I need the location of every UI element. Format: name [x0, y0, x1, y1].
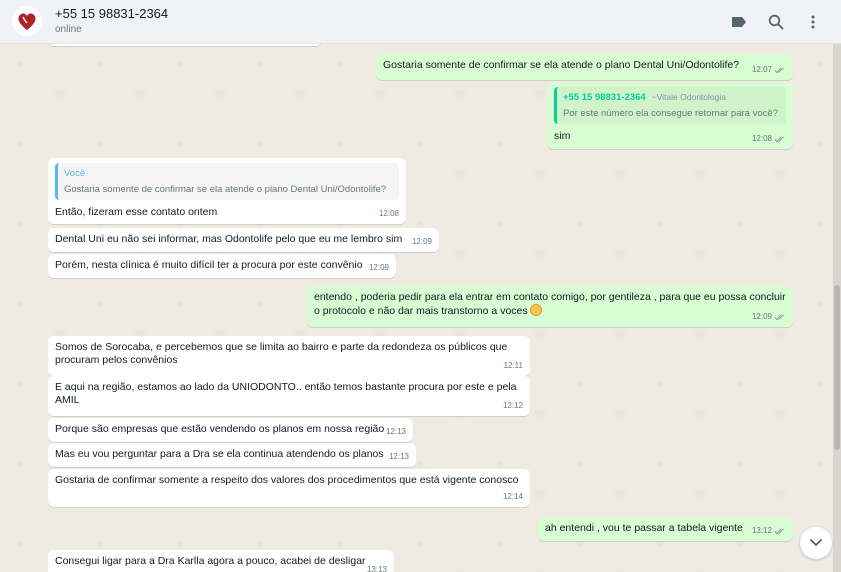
message-time: 12:09: [752, 310, 786, 323]
message-bubble-in[interactable]: E aqui na região, estamos ao lado da UNI…: [48, 376, 530, 416]
quote-author: +55 15 98831-2364 ~Vitale Odontologia: [563, 92, 726, 103]
message-time: 12:08: [752, 132, 786, 145]
read-ticks-icon: [774, 527, 784, 534]
message-bubble-out[interactable]: entendo , poderia pedir para ela entrar …: [307, 286, 793, 327]
message-bubble-in[interactable]: Gostaria de confirmar somente a respeito…: [48, 469, 530, 507]
message-text: Somos de Sorocaba, e percebemos que se l…: [55, 341, 508, 366]
chevron-down-icon: [810, 539, 822, 547]
quote-author: Você: [64, 168, 86, 179]
message-bubble-out[interactable]: +55 15 98831-2364 ~Vitale Odontologia Por…: [547, 82, 793, 149]
read-ticks-icon: [774, 66, 784, 73]
message-text: Mas eu vou perguntar para a Dra se ela c…: [55, 448, 384, 460]
contact-status: online: [55, 24, 82, 35]
message-bubble-in[interactable]: Consegui ligar para a Dra Karlla agora a…: [48, 550, 394, 572]
message-time: 12:13: [385, 427, 406, 436]
message-text: Gostaria somente de confirmar se ela ate…: [383, 59, 740, 71]
message-time: 13:12: [752, 524, 786, 537]
message-time: 12:14: [502, 492, 523, 501]
scroll-to-bottom-button[interactable]: [800, 527, 832, 559]
message-text: Então, fizeram esse contato ontem: [55, 206, 218, 218]
message-bubble-out[interactable]: Gostaria somente de confirmar se ela ate…: [376, 54, 793, 80]
message-time: 12:09: [411, 237, 432, 246]
message-bubble-in[interactable]: Somos de Sorocaba, e percebemos que se l…: [48, 336, 530, 376]
message-text: Consegui ligar para a Dra Karlla agora a…: [55, 555, 366, 567]
avatar[interactable]: [12, 6, 42, 36]
quote-text: Por este número ela consegue retornar pa…: [563, 108, 778, 119]
label-icon[interactable]: [729, 12, 749, 32]
message-text: Gostaria de confirmar somente a respeito…: [55, 474, 519, 486]
message-list[interactable]: Gostaria somente de confirmar se ela ate…: [0, 44, 841, 572]
message-time: 12:12: [502, 401, 523, 410]
message-bubble-in[interactable]: Você Gostaria somente de confirmar se el…: [48, 158, 406, 224]
message-text: Porque são empresas que estão vendendo o…: [55, 423, 385, 435]
message-bubble-in[interactable]: Porque são empresas que estão vendendo o…: [48, 418, 413, 442]
heart-logo-icon: [18, 13, 36, 31]
message-bubble-in[interactable]: Porém, nesta clínica é muito difícil ter…: [48, 254, 396, 278]
smiling-emoji-icon: [529, 304, 542, 316]
message-time: 12:09: [368, 263, 389, 272]
message-time: 12:07: [752, 63, 786, 76]
message-time: 12:11: [503, 361, 523, 370]
quote-text: Gostaria somente de confirmar se ela ate…: [64, 184, 387, 195]
message-text: ah entendi , vou te passar a tabela vige…: [545, 522, 743, 534]
message-text: entendo , poderia pedir para ela entrar …: [314, 291, 786, 317]
contact-name[interactable]: +55 15 98831-2364: [55, 6, 168, 21]
menu-icon[interactable]: [803, 12, 823, 32]
message-bubble-partial: [48, 44, 322, 46]
message-text: E aqui na região, estamos ao lado da UNI…: [55, 381, 517, 406]
message-text: Dental Uni eu não sei informar, mas Odon…: [55, 233, 403, 245]
message-bubble-out[interactable]: ah entendi , vou te passar a tabela vige…: [538, 517, 793, 541]
message-bubble-in[interactable]: Dental Uni eu não sei informar, mas Odon…: [48, 228, 439, 252]
chat-header: +55 15 98831-2364 online: [0, 0, 841, 44]
message-text: Porém, nesta clínica é muito difícil ter…: [55, 259, 363, 271]
message-time: 12:08: [378, 209, 399, 218]
message-text: sim: [554, 130, 571, 142]
read-ticks-icon: [774, 313, 784, 320]
message-bubble-in[interactable]: Mas eu vou perguntar para a Dra se ela c…: [48, 443, 416, 467]
scrollbar-thumb[interactable]: [834, 285, 840, 450]
read-ticks-icon: [774, 135, 784, 142]
message-time: 13:13: [366, 565, 387, 572]
quoted-message[interactable]: Você Gostaria somente de confirmar se el…: [55, 163, 399, 200]
quote-author-subtitle: ~Vitale Odontologia: [651, 92, 726, 102]
search-icon[interactable]: [766, 12, 786, 32]
quoted-message[interactable]: +55 15 98831-2364 ~Vitale Odontologia Por…: [554, 87, 786, 124]
message-time: 12:13: [388, 452, 409, 461]
